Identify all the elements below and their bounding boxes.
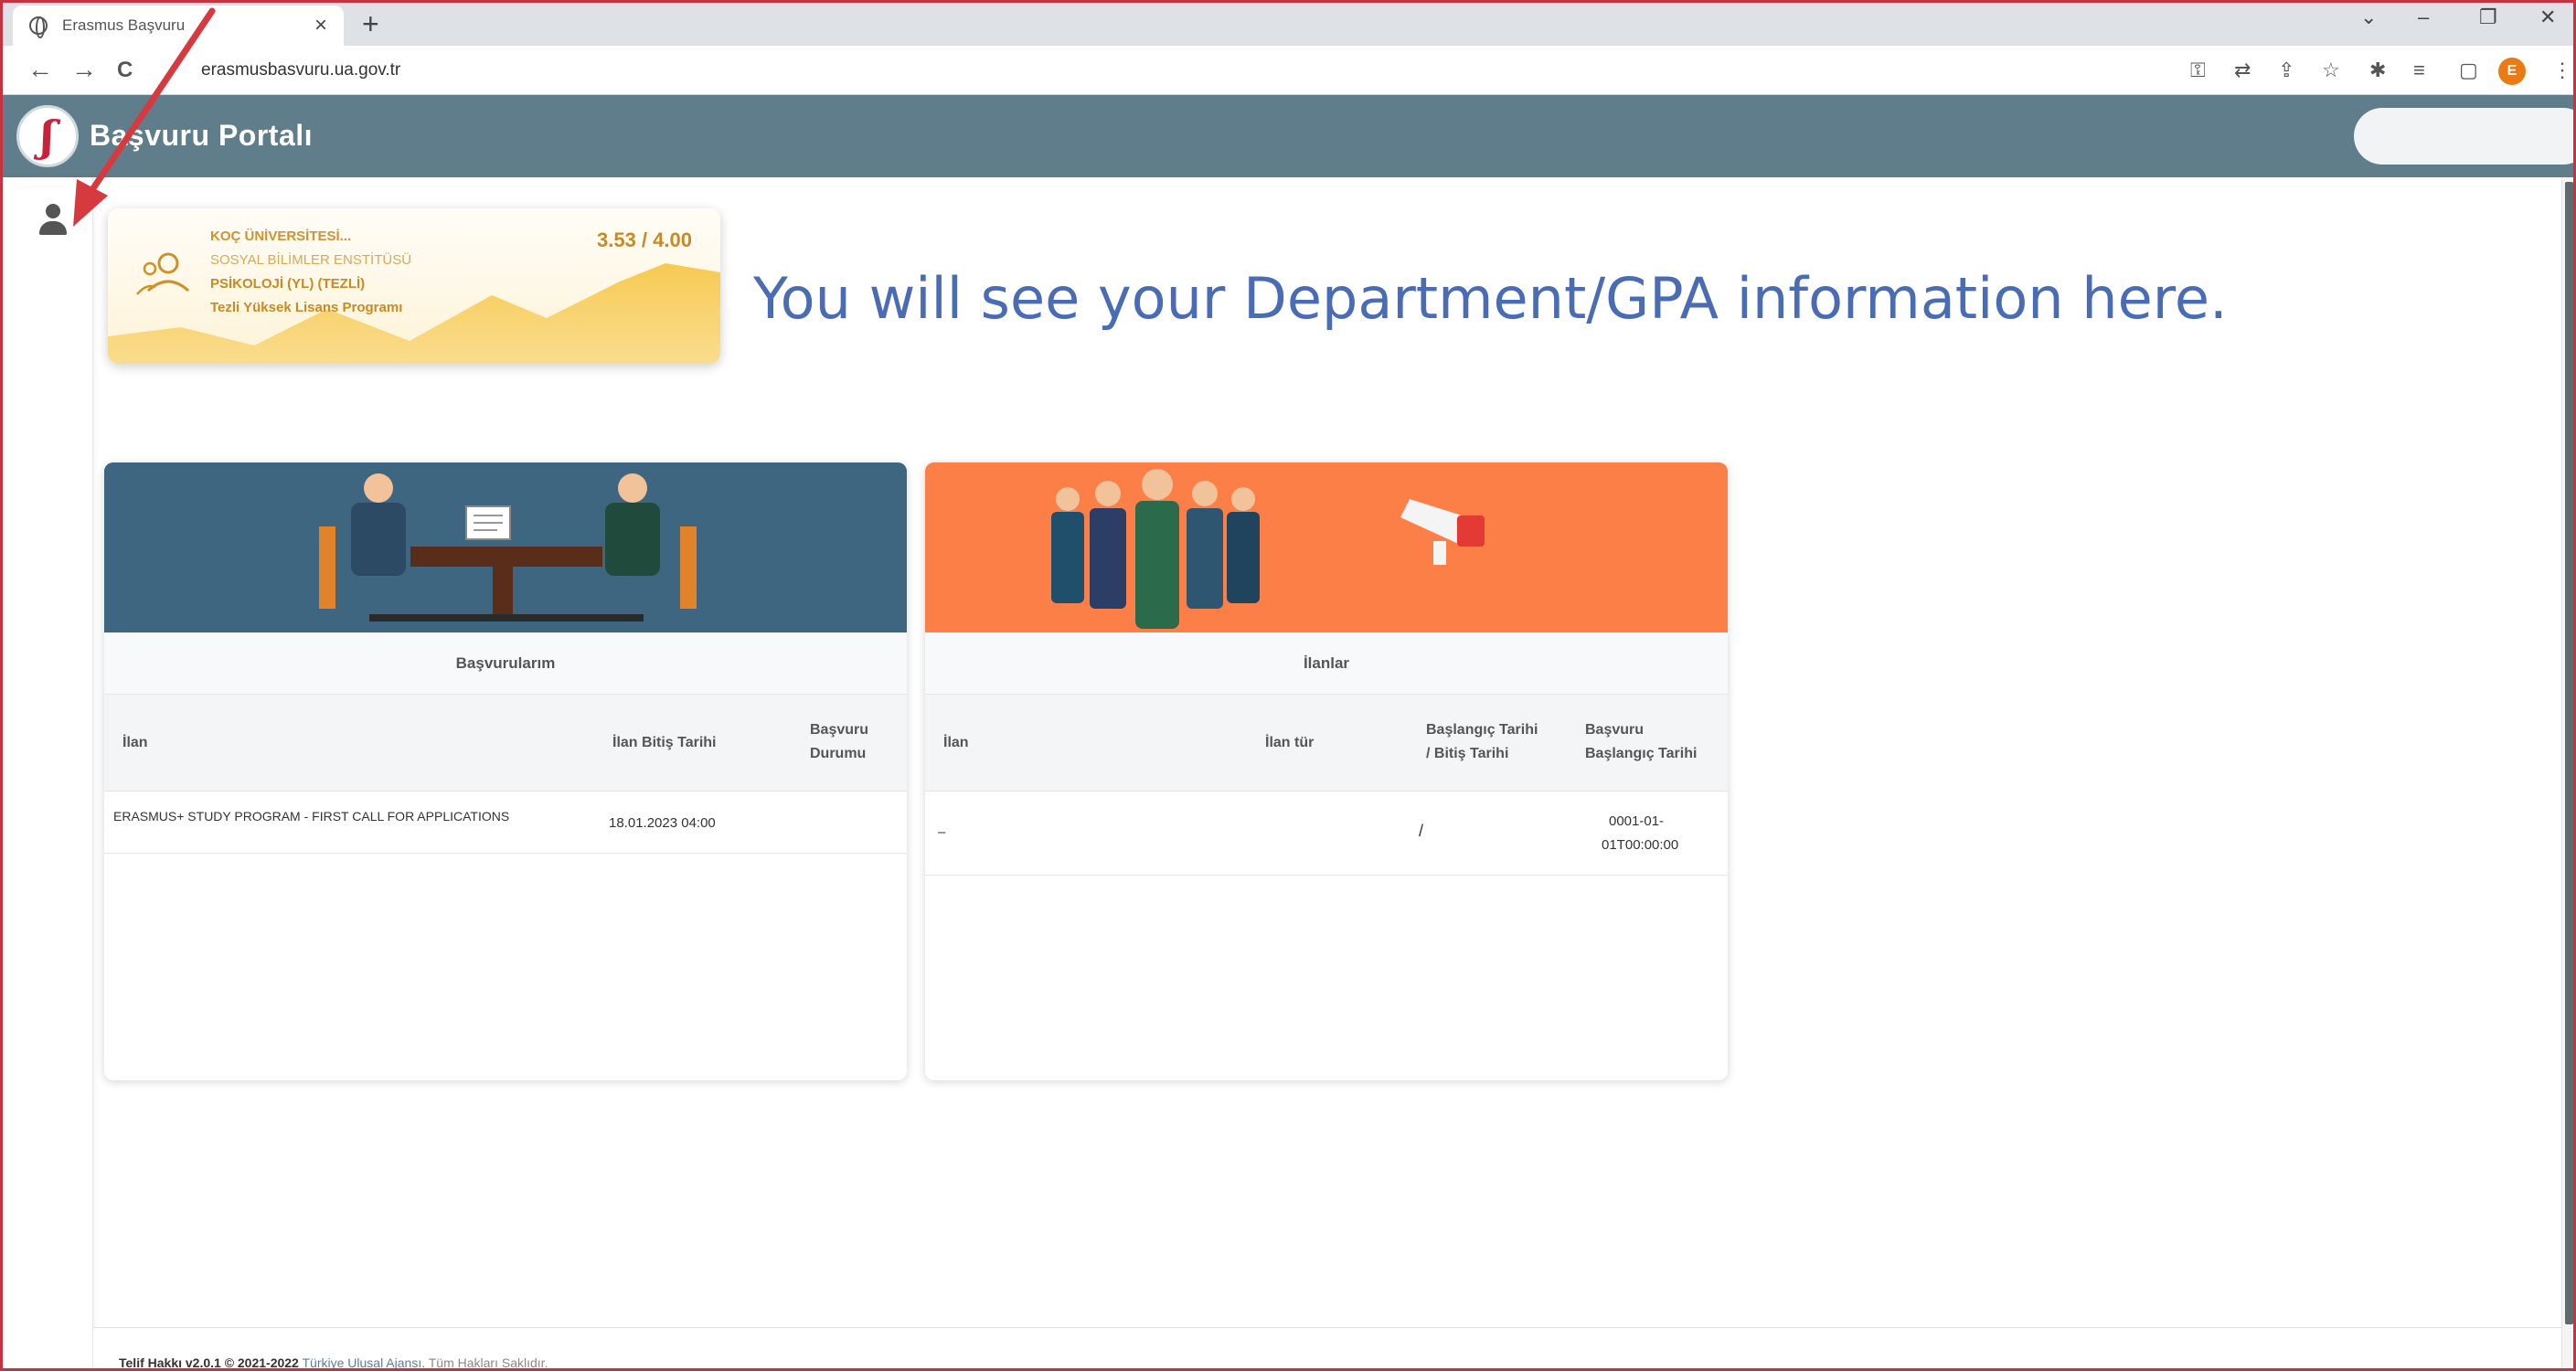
vertical-scrollbar[interactable] (2561, 177, 2576, 1371)
row-tarih: / (1419, 822, 1424, 840)
reading-list-icon[interactable]: ≡ (2413, 58, 2425, 82)
department-name: PSİKOLOJİ (YL) (TEZLİ) (210, 276, 366, 292)
key-icon[interactable]: ⚿ (2190, 58, 2206, 82)
row-basvuru-line2: 01T00:00:00 (1602, 837, 1679, 853)
new-tab-button[interactable]: + (362, 7, 379, 41)
browser-menu-icon[interactable]: ⋮ (2552, 58, 2572, 82)
team-megaphone-illustration (925, 462, 1728, 632)
col-ilan[interactable]: İlan (943, 731, 969, 754)
profile-avatar[interactable]: E (2498, 58, 2526, 85)
sidepanel-icon[interactable]: ▢ (2459, 58, 2478, 82)
row-basvuru-line1: 0001-01- (1609, 813, 1665, 829)
applications-table-header: İlan İlan Bitiş Tarihi Başvuru Durumu (104, 695, 907, 792)
applications-panel: Başvurularım İlan İlan Bitiş Tarihi Başv… (104, 462, 907, 1080)
applications-title: Başvurularım (104, 632, 907, 695)
gpa-value: 3.53 / 4.00 (597, 228, 692, 251)
col-ilan-tur[interactable]: İlan tür (1265, 731, 1314, 754)
announcements-table-header: İlan İlan tür Başlangıç Tarihi / Bitiş T… (925, 695, 1728, 792)
browser-tab-strip: Erasmus Başvuru × + ⌄ – ❐ ✕ (0, 0, 2576, 46)
annotation-caption: You will see your Department/GPA informa… (753, 265, 2228, 332)
translate-icon[interactable]: ⇄ (2234, 58, 2251, 82)
tab-close-icon[interactable]: × (314, 13, 327, 38)
program-type: Tezli Yüksek Lisans Programı (210, 300, 403, 315)
col-basvuru[interactable]: Başvuru (1585, 718, 1644, 741)
announcements-title: İlanlar (925, 632, 1728, 695)
page-footer: Telif Hakkı v2.0.1 © 2021-2022 Türkiye U… (93, 1327, 2561, 1371)
col-ilan[interactable]: İlan (122, 731, 148, 754)
footer-agency-link[interactable]: Türkiye Ulusal Ajansı. (303, 1355, 426, 1370)
col-baslangic[interactable]: Başlangıç Tarihi (1426, 718, 1538, 741)
extensions-icon[interactable]: ✱ (2369, 58, 2386, 82)
scrollbar-thumb[interactable] (2565, 182, 2573, 1324)
star-icon[interactable]: ☆ (2322, 58, 2340, 82)
announcements-panel: İlanlar İlan İlan tür Başlangıç Tarihi /… (925, 462, 1728, 1080)
program-info: KOÇ ÜNİVERSİTESİ... SOSYAL BİLİMLER ENST… (210, 225, 411, 320)
col-basvuru[interactable]: Başvuru (810, 718, 868, 741)
omnibox[interactable]: erasmusbasvuru.ua.gov.tr (160, 53, 2171, 88)
minimize-button[interactable]: – (2418, 5, 2429, 29)
close-window-button[interactable]: ✕ (2539, 5, 2556, 29)
col-bitis[interactable]: / Bitiş Tarihi (1426, 742, 1508, 765)
col-durumu[interactable]: Durumu (810, 742, 866, 765)
footer-copyright: Telif Hakkı v2.0.1 © 2021-2022 (119, 1355, 299, 1370)
meeting-illustration (104, 462, 907, 632)
col-basvuru-baslangic[interactable]: Başlangıç Tarihi (1585, 742, 1697, 765)
users-icon (136, 252, 190, 295)
institute-name: SOSYAL BİLİMLER ENSTİTÜSÜ (210, 252, 412, 268)
header-user-pill[interactable] (2354, 108, 2576, 165)
share-icon[interactable]: ⇪ (2278, 58, 2294, 82)
restore-button[interactable]: ❐ (2479, 5, 2497, 29)
footer-text: Telif Hakkı v2.0.1 © 2021-2022 Türkiye U… (119, 1355, 548, 1370)
row-ilan[interactable]: – (938, 821, 945, 845)
table-row[interactable]: – / 0001-01- 01T00:00:00 (925, 792, 1728, 876)
row-ilan[interactable]: ERASMUS+ STUDY PROGRAM - FIRST CALL FOR … (113, 804, 509, 828)
university-name: KOÇ ÜNİVERSİTESİ... (210, 228, 352, 244)
row-bitis: 18.01.2023 04:00 (609, 815, 716, 831)
table-row[interactable]: ERASMUS+ STUDY PROGRAM - FIRST CALL FOR … (104, 792, 907, 854)
tab-search-icon[interactable]: ⌄ (2360, 5, 2377, 29)
app-header: ʃ Başvuru Portalı (0, 95, 2576, 177)
footer-rights: Tüm Hakları Saklıdır. (428, 1355, 548, 1370)
col-ilan-bitis[interactable]: İlan Bitiş Tarihi (612, 731, 717, 754)
side-rail (0, 177, 93, 1371)
address-bar-row: ← → C erasmusbasvuru.ua.gov.tr ⚿ ⇄ ⇪ ☆ ✱… (0, 46, 2576, 95)
red-arrow-icon (73, 7, 216, 227)
